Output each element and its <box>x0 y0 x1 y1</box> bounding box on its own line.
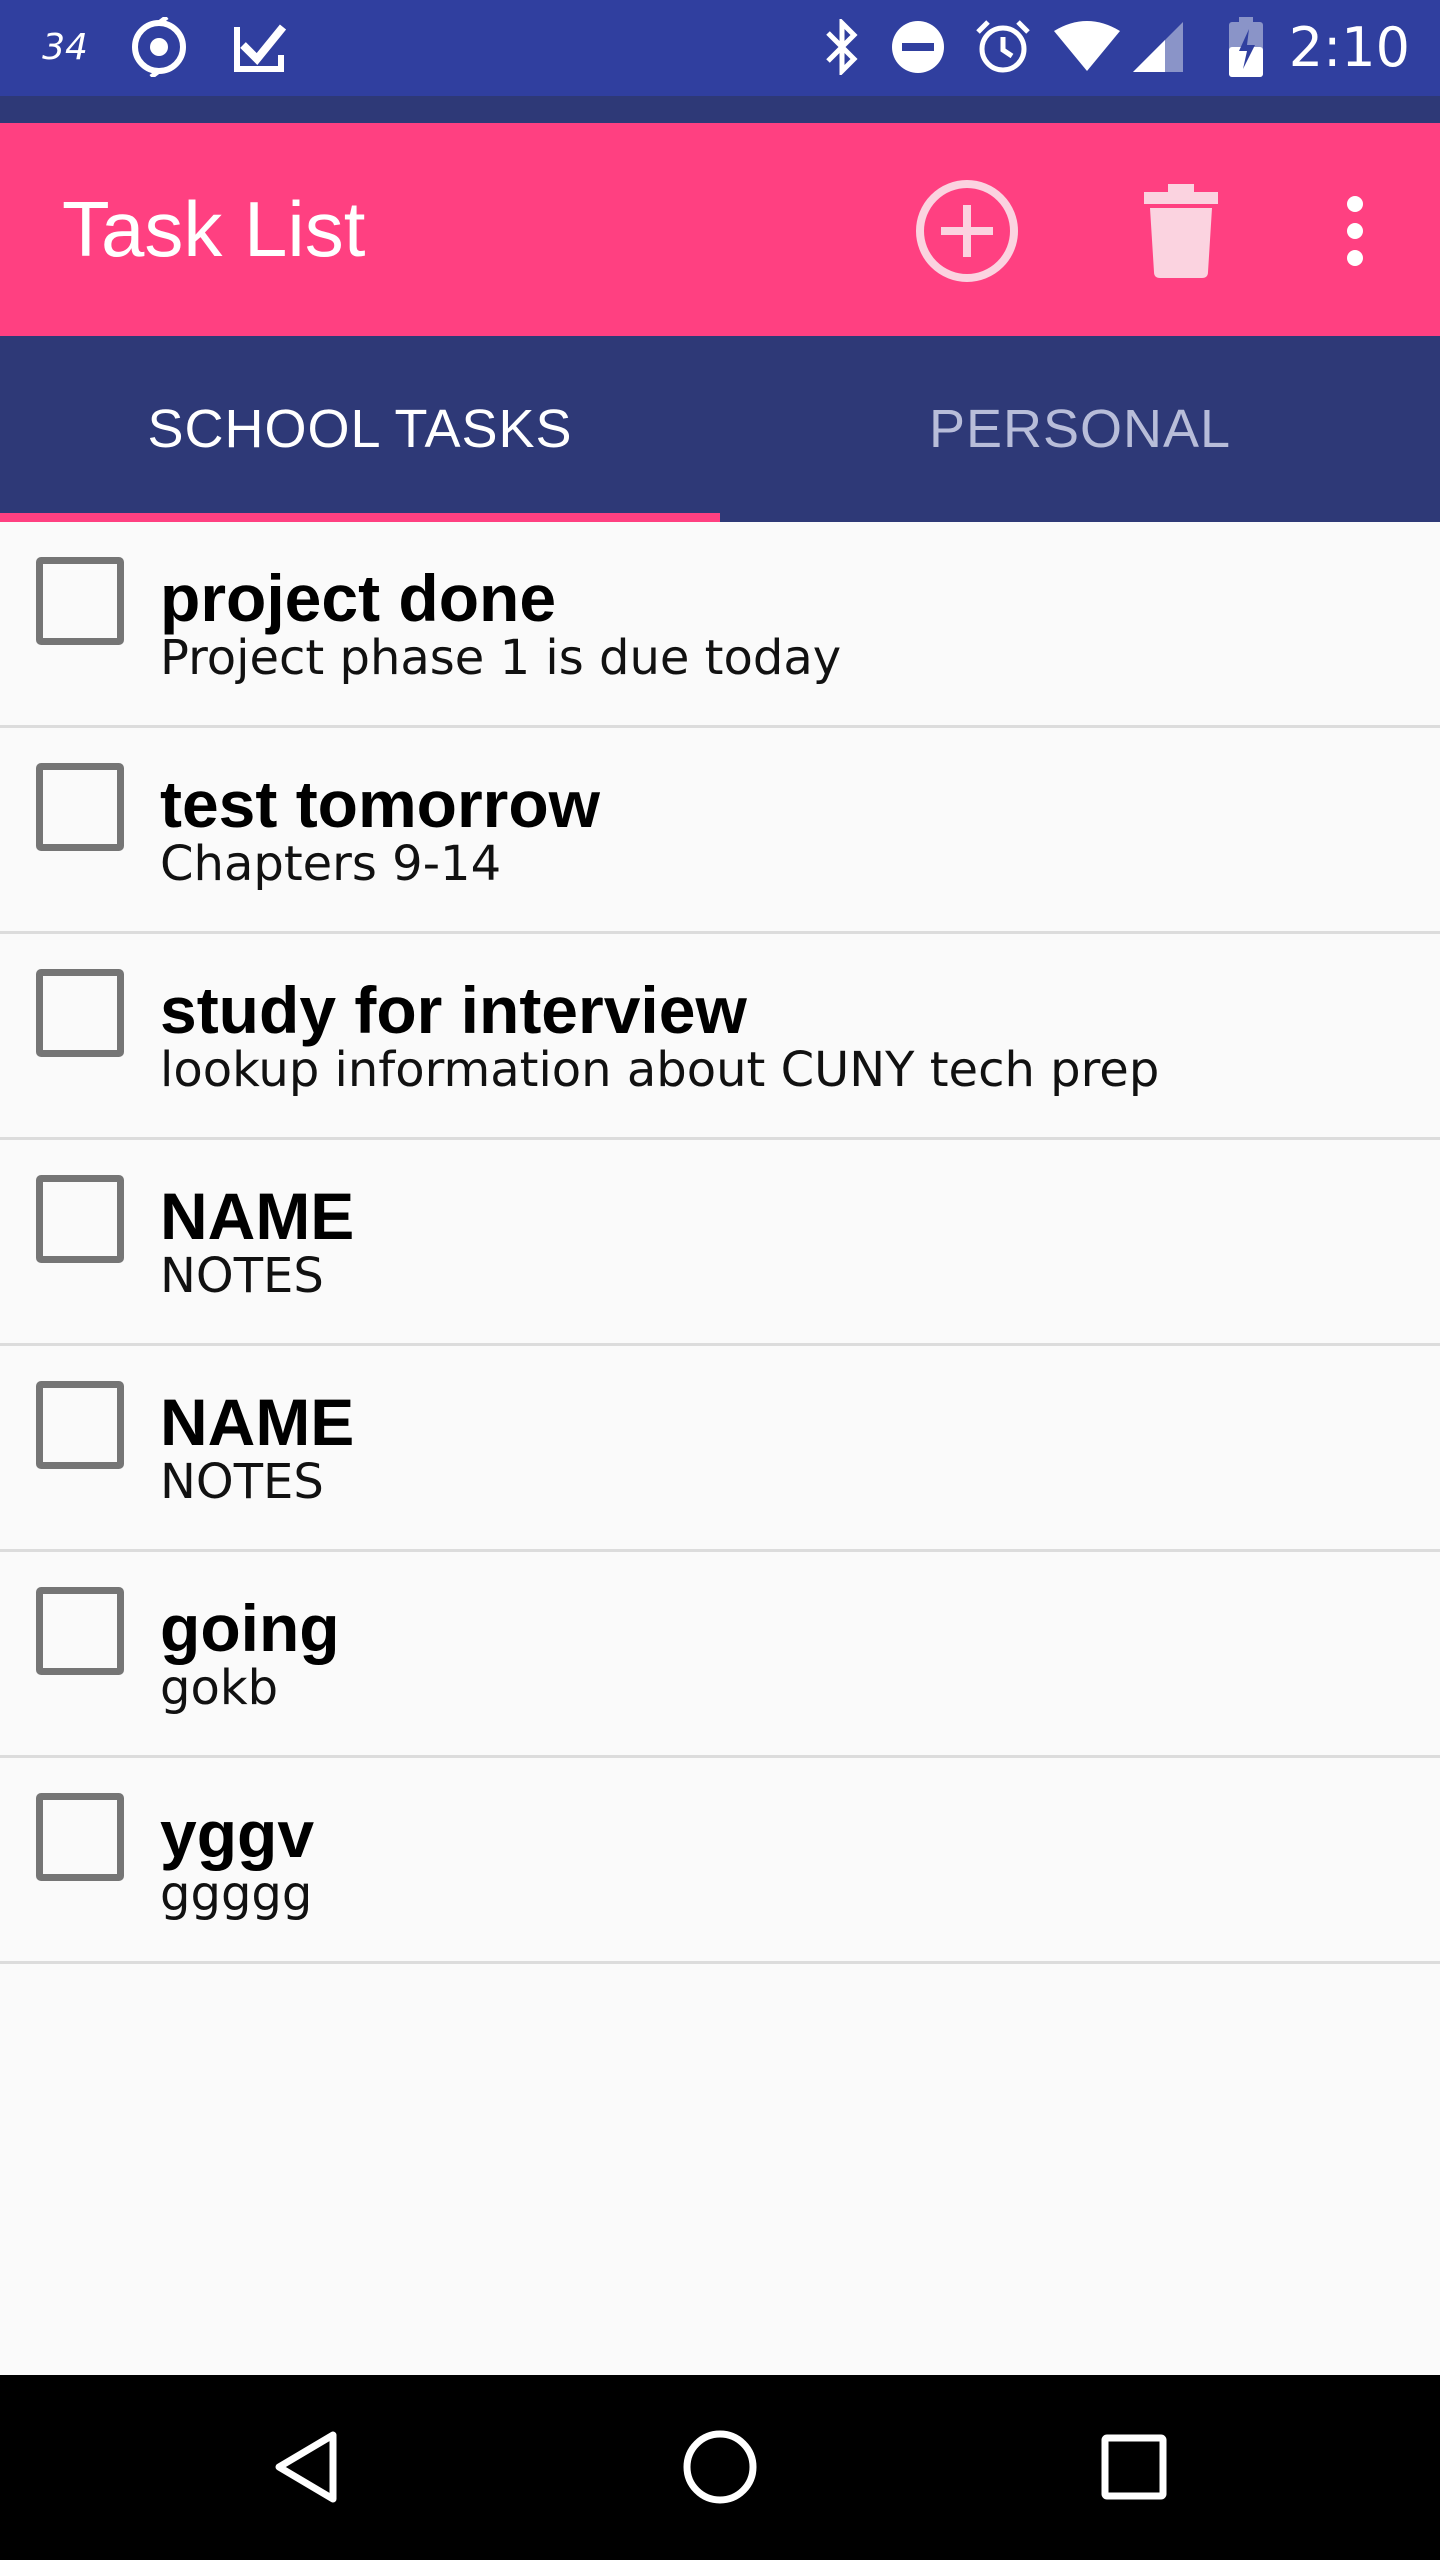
battery-charging-icon <box>1222 16 1270 78</box>
task-checkbox[interactable] <box>36 1381 124 1469</box>
recents-button[interactable] <box>1074 2407 1194 2527</box>
status-bar: 34 2:10 <box>0 0 1440 96</box>
task-list: project done Project phase 1 is due toda… <box>0 522 1440 1964</box>
task-checkbox[interactable] <box>36 969 124 1057</box>
notification-badge-icon: 34 <box>30 16 100 78</box>
home-icon <box>683 2430 757 2504</box>
status-time: 2:10 <box>1288 15 1410 79</box>
task-notes: NOTES <box>160 1248 324 1304</box>
task-name: study for interview <box>160 973 747 1047</box>
tab-personal[interactable]: PERSONAL <box>720 336 1440 522</box>
add-task-button[interactable] <box>912 176 1022 286</box>
sync-icon <box>122 16 196 78</box>
task-name: test tomorrow <box>160 767 601 841</box>
cell-signal-icon <box>1128 16 1188 78</box>
tab-bar: SCHOOL TASKS PERSONAL <box>0 336 1440 522</box>
add-circle-icon <box>916 180 1018 282</box>
bluetooth-icon <box>812 16 872 78</box>
task-name: yggv <box>160 1797 315 1871</box>
task-checkbox[interactable] <box>36 763 124 851</box>
more-options-button[interactable] <box>1300 176 1410 286</box>
trash-icon <box>1144 184 1218 278</box>
task-checkbox[interactable] <box>36 1175 124 1263</box>
list-item[interactable]: going gokb <box>0 1552 1440 1758</box>
more-vert-icon <box>1347 196 1363 266</box>
list-item[interactable]: yggv ggggg <box>0 1758 1440 1964</box>
task-checkbox[interactable] <box>36 1587 124 1675</box>
back-button[interactable] <box>246 2407 366 2527</box>
delete-button[interactable] <box>1126 176 1236 286</box>
home-button[interactable] <box>660 2407 780 2527</box>
task-checkbox[interactable] <box>36 1793 124 1881</box>
status-bar-shadow <box>0 96 1440 123</box>
list-item[interactable]: study for interview lookup information a… <box>0 934 1440 1140</box>
task-name: NAME <box>160 1385 355 1459</box>
task-name: NAME <box>160 1179 355 1253</box>
task-name: project done <box>160 561 557 635</box>
list-item[interactable]: project done Project phase 1 is due toda… <box>0 522 1440 728</box>
task-name: going <box>160 1591 340 1665</box>
back-icon <box>275 2431 337 2503</box>
task-notes: ggggg <box>160 1866 313 1922</box>
task-notes: gokb <box>160 1660 279 1716</box>
task-notes: lookup information about CUNY tech prep <box>160 1042 1160 1098</box>
do-not-disturb-icon <box>886 16 950 78</box>
notification-badge-text: 34 <box>42 26 88 68</box>
list-item[interactable]: NAME NOTES <box>0 1346 1440 1552</box>
page-title: Task List <box>62 185 366 273</box>
tab-indicator <box>0 513 720 522</box>
app-toolbar: Task List <box>0 123 1440 336</box>
wifi-icon <box>1052 16 1122 78</box>
alarm-icon <box>968 16 1038 78</box>
check-app-icon <box>222 16 296 78</box>
list-item[interactable]: test tomorrow Chapters 9-14 <box>0 728 1440 934</box>
list-item[interactable]: NAME NOTES <box>0 1140 1440 1346</box>
task-notes: Chapters 9-14 <box>160 836 502 892</box>
tab-school-tasks[interactable]: SCHOOL TASKS <box>0 336 720 522</box>
task-notes: NOTES <box>160 1454 324 1510</box>
task-checkbox[interactable] <box>36 557 124 645</box>
navigation-bar <box>0 2375 1440 2560</box>
task-notes: Project phase 1 is due today <box>160 630 842 686</box>
recents-icon <box>1101 2434 1167 2500</box>
